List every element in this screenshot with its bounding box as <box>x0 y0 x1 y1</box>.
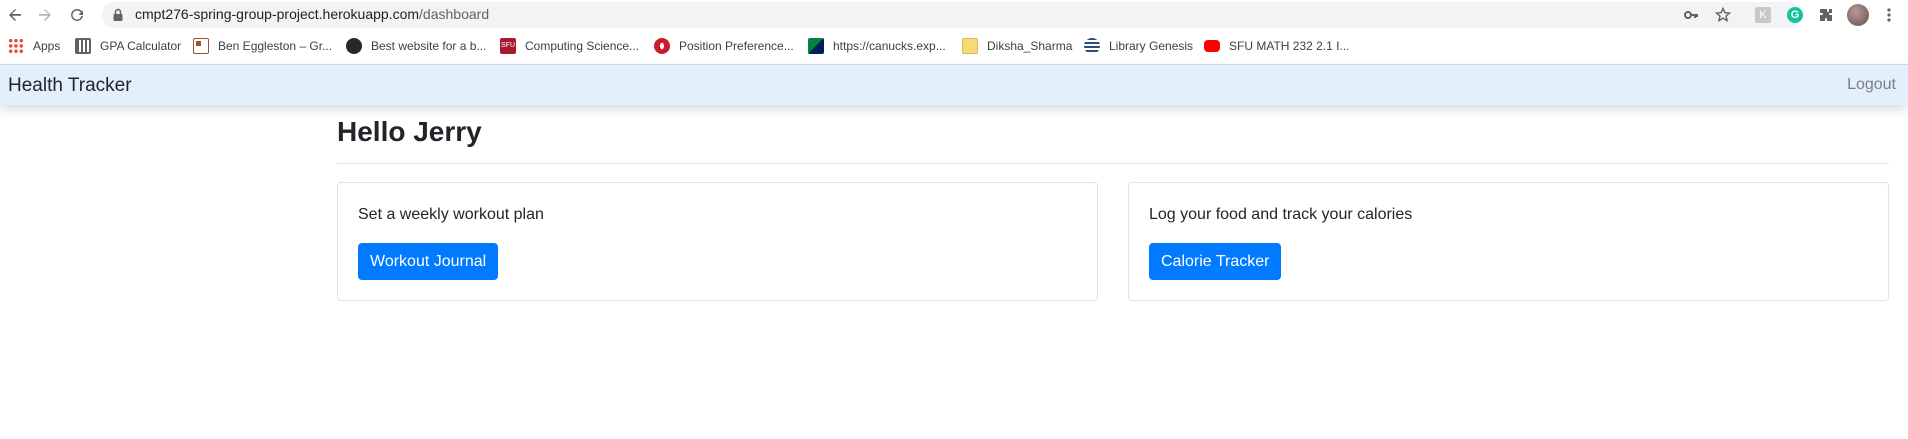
app-navbar: Health Tracker Logout <box>0 65 1908 105</box>
extension-k-icon[interactable]: K <box>1752 4 1774 26</box>
star-icon[interactable] <box>1712 4 1734 26</box>
sfu-icon: SFU <box>500 38 516 54</box>
brand-title[interactable]: Health Tracker <box>8 75 132 97</box>
canucks-icon <box>808 38 824 54</box>
puzzle-extensions-icon[interactable] <box>1815 4 1837 26</box>
bookmark-library-genesis[interactable]: Library Genesis <box>1084 33 1193 59</box>
calculator-icon <box>75 38 91 54</box>
youtube-icon <box>1204 40 1220 52</box>
calorie-card-text: Log your food and track your calories <box>1149 206 1413 223</box>
apps-grid-icon <box>8 38 24 54</box>
bookmark-apps[interactable]: Apps <box>8 33 60 59</box>
reload-icon[interactable] <box>66 4 88 26</box>
profile-avatar-icon[interactable] <box>1847 4 1869 26</box>
forward-icon[interactable] <box>34 4 56 26</box>
grammarly-icon[interactable]: G <box>1784 4 1806 26</box>
logout-link[interactable]: Logout <box>1847 76 1896 94</box>
lock-icon[interactable] <box>110 7 126 23</box>
workout-card-text: Set a weekly workout plan <box>358 206 544 223</box>
bookmark-canucks[interactable]: https://canucks.exp... <box>808 33 946 59</box>
workout-card: Set a weekly workout plan Workout Journa… <box>337 182 1098 301</box>
page-title: Hello Jerry <box>337 116 482 147</box>
github-icon <box>346 38 362 54</box>
menu-kebab-icon[interactable] <box>1878 4 1900 26</box>
bookmark-position-preference[interactable]: Position Preference... <box>654 33 794 59</box>
browser-toolbar: cmpt276-spring-group-project.herokuapp.c… <box>0 0 1908 30</box>
divider <box>337 163 1889 164</box>
bookmark-best-website[interactable]: Best website for a b... <box>346 33 486 59</box>
key-icon[interactable] <box>1680 4 1702 26</box>
folder-icon <box>962 38 978 54</box>
bookmark-ben-eggleston[interactable]: Ben Eggleston – Gr... <box>193 33 332 59</box>
calorie-card: Log your food and track your calories Ca… <box>1128 182 1889 301</box>
bookmark-gpa-calculator[interactable]: GPA Calculator <box>75 33 181 59</box>
opera-icon <box>654 38 670 54</box>
bookmark-computing-science[interactable]: SFU Computing Science... <box>500 33 639 59</box>
library-icon <box>1084 38 1100 54</box>
calorie-tracker-button[interactable]: Calorie Tracker <box>1149 243 1282 280</box>
bookmark-diksha-sharma[interactable]: Diksha_Sharma <box>962 33 1072 59</box>
bookmarks-bar: Apps GPA Calculator Ben Eggleston – Gr..… <box>0 33 1908 59</box>
workout-journal-button[interactable]: Workout Journal <box>358 243 499 280</box>
bookmark-sfu-math[interactable]: SFU MATH 232 2.1 I... <box>1204 33 1349 59</box>
back-icon[interactable] <box>4 4 26 26</box>
page-icon <box>193 38 209 54</box>
url-text[interactable]: cmpt276-spring-group-project.herokuapp.c… <box>135 6 489 22</box>
